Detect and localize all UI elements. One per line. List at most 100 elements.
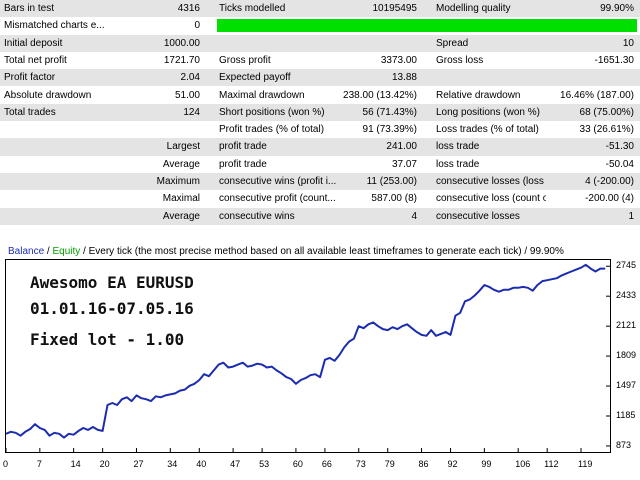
report-cell-label3: Gross loss [436,54,484,66]
x-tick-label: 40 [196,459,207,469]
report-cell-value3: -50.04 [605,158,634,170]
report-row: Average profit trade 37.07 loss trade -50.04 [0,155,640,173]
report-cell-value3: 16.46% (187.00) [560,89,634,101]
report-cell-label [4,190,134,207]
report-cell-value: 1721.70 [163,54,200,66]
report-row: Absolute drawdown 51.00 Maximal drawdown 23… [0,86,640,104]
y-tick-label: 2121 [616,320,637,331]
report-cell-value2: 10195495 [372,3,418,14]
x-tick-label: 79 [384,459,395,469]
report-cell-label2: Ticks modelled [219,3,286,14]
report-cell-value2: 4 [411,210,417,222]
report-cell-value3: 4 (-200.00) [585,176,634,187]
x-tick-label: 14 [70,459,81,469]
report-cell-label3: consecutive loss (count o... [436,193,546,205]
report-row: Profit factor 2.04 Expected payoff 13.88 [0,69,640,87]
report-cell-value3: -51.30 [605,141,634,153]
report-cell-label2: consecutive wins (profit i... [219,176,337,187]
report-cell-label2: Maximal drawdown [219,89,305,101]
report-cell-value: 4316 [177,3,200,14]
report-row: Largest profit trade 241.00 loss trade -51.3… [0,138,640,156]
report-cell-value2: 238.00 (13.42%) [343,89,417,101]
test-report-table: Bars in test 4316 Ticks modelled 10195495 Mo… [0,0,640,232]
report-cell-value2: 3373.00 [380,54,417,66]
report-cell-value3: -1651.30 [594,54,634,66]
report-cell-value: 51.00 [174,89,200,101]
report-cell-label3: Loss trades (% of total) [436,124,539,136]
x-tick-label: 99 [481,459,492,469]
report-row: Total net profit 1721.70 Gross profit 3373.… [0,51,640,70]
report-row: Average consecutive wins 4 consecutive loss… [0,207,640,225]
report-cell-value2: 37.07 [391,158,417,170]
report-cell-value: Average [162,158,200,170]
report-cell-value3: 68 (75.00%) [579,106,634,118]
x-tick-label: 73 [355,459,366,469]
y-tick-label: 873 [616,439,632,450]
report-cell-label [4,121,134,138]
report-cell-label2: Short positions (won %) [219,106,325,118]
report-cell-label3: loss trade [436,158,480,170]
legend-equity: Equity [52,246,81,257]
report-cell-label [4,173,134,190]
x-tick-label: 106 [515,459,531,469]
report-row: Maximum consecutive wins (profit i... 11 (… [0,173,640,191]
report-cell-label: Bars in test [4,3,55,14]
report-cell-label3: Modelling quality [436,3,511,14]
x-tick-label: 112 [544,459,559,469]
x-tick-label: 66 [321,459,332,469]
annotation-ea-name: Awesomo EA EURUSD [30,273,194,292]
x-tick-label: 86 [418,459,429,469]
report-row: Bars in test 4316 Ticks modelled 10195495 Mo… [0,0,640,18]
report-cell-label: Initial deposit [4,37,63,49]
x-tick-label: 20 [99,459,110,469]
report-cell-value3: 1 [628,210,634,222]
report-cell-value: Largest [166,141,200,153]
report-cell-label2: Gross profit [219,54,271,66]
report-cell-label: Profit factor [4,72,56,84]
report-row: Initial deposit 1000.00 Spread 10 [0,34,640,52]
legend-balance: Balance [8,246,45,257]
report-row: Maximal consecutive profit (count... 587.0… [0,190,640,208]
report-row: Total trades 124 Short positions (won %) 56… [0,103,640,122]
report-cell-label2: Expected payoff [219,72,291,84]
report-cell-label: Mismatched charts e... [4,20,105,32]
report-cell-value2: 56 (71.43%) [362,106,417,118]
report-cell-label3 [436,69,546,86]
report-cell-label2: consecutive wins [219,210,295,222]
report-cell-label: Absolute drawdown [4,89,92,101]
report-cell-value2: 91 (73.39%) [362,124,417,136]
report-row: Profit trades (% of total) 91 (73.39%) Los… [0,121,640,139]
y-tick-label: 2433 [616,290,637,301]
y-tick-label: 1185 [616,410,636,420]
y-tick-label: 2745 [616,260,637,271]
report-cell-label2 [219,35,339,52]
report-cell-label2: consecutive profit (count... [219,193,336,205]
x-tick-label: 27 [133,459,144,469]
chart-description: / Every tick (the most precise method ba… [80,246,564,257]
report-cell-value2: 13.88 [391,72,417,84]
report-cell-value2 [340,35,417,52]
report-cell-value3: 99.90% [600,3,634,14]
report-cell-value2: 241.00 [386,141,417,153]
report-cell-label2: profit trade [219,158,267,170]
x-tick-label: 7 [36,459,42,469]
report-cell-label [4,138,134,155]
x-tick-label: 92 [447,459,458,469]
report-cell-label: Total net profit [4,54,67,66]
chart-header: Balance / Equity / Every tick (the most … [8,246,564,257]
report-cell-label [4,208,134,225]
report-cell-value3: -200.00 (4) [585,193,634,205]
report-cell-label [4,156,134,173]
report-cell-label3: loss trade [436,141,480,153]
report-cell-value2: 587.00 (8) [371,193,417,205]
x-tick-label: 34 [167,459,178,469]
report-row: Mismatched charts e... 0 [0,17,640,35]
report-cell-label3: Long positions (won %) [436,106,540,118]
report-cell-label3: consecutive losses (loss i... [436,176,546,187]
report-cell-value2: 11 (253.00) [366,176,417,187]
report-cell-label3: consecutive losses [436,210,520,222]
report-cell-value: Maximal [162,193,200,205]
report-cell-value3: 33 (26.61%) [579,124,634,136]
report-cell-label3: Spread [436,37,469,49]
report-cell-value: Average [162,210,200,222]
